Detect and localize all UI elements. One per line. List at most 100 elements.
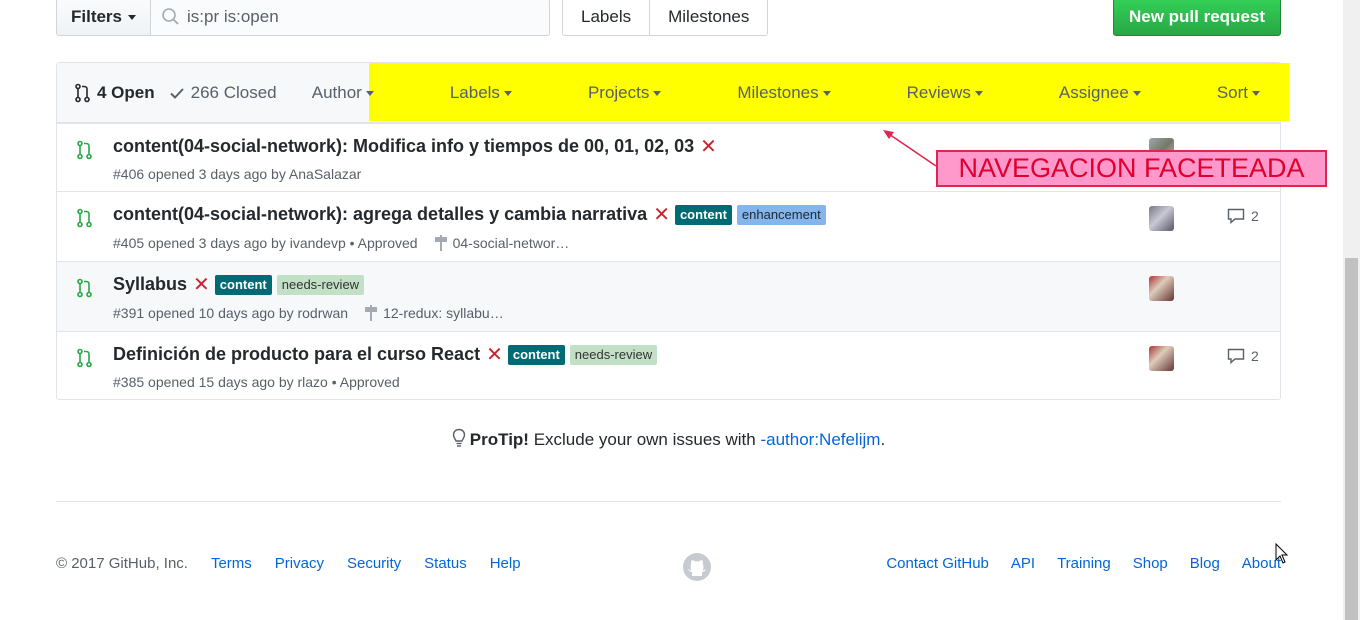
pull-request-icon (77, 208, 92, 228)
failed-status-icon[interactable]: ✕ (700, 137, 717, 157)
footer-link-terms[interactable]: Terms (211, 555, 252, 572)
pull-request-icon (77, 140, 92, 160)
footer-link-training[interactable]: Training (1057, 555, 1111, 572)
avatar[interactable] (1149, 346, 1174, 371)
footer-link-security[interactable]: Security (347, 555, 401, 572)
comments-link[interactable]: 2 (1227, 208, 1259, 224)
label-needs-review[interactable]: needs-review (276, 274, 365, 295)
facet-projects[interactable]: Projects (550, 83, 662, 103)
label-content[interactable]: content (214, 274, 272, 295)
comment-icon (1227, 208, 1245, 224)
pull-request-icon (77, 278, 92, 298)
protip-suffix: . (880, 430, 886, 449)
filters-label: Filters (70, 7, 123, 26)
label-content[interactable]: content (507, 344, 565, 365)
label-enhancement[interactable]: enhancement (736, 204, 826, 225)
facet-reviews[interactable]: Reviews (869, 83, 983, 103)
milestone-link[interactable]: 12-redux: syllabu… (364, 304, 504, 322)
annotation-arrow (883, 130, 937, 167)
vertical-scrollbar[interactable] (1343, 0, 1360, 620)
protip-prefix: ProTip! (469, 430, 529, 449)
footer-link-blog[interactable]: Blog (1190, 555, 1220, 572)
pr-title-link[interactable]: content(04-social-network): Modifica inf… (113, 136, 694, 157)
failed-status-icon[interactable]: ✕ (653, 205, 670, 225)
pull-request-icon (77, 348, 92, 368)
open-filter[interactable]: 4 Open (75, 83, 155, 103)
caret-down-icon (822, 91, 831, 97)
facet-label: Labels (449, 83, 500, 102)
github-logo-icon[interactable] (682, 552, 712, 582)
list-item: Syllabus ✕ content needs-review #391 ope… (57, 261, 1280, 331)
pr-title-link[interactable]: content(04-social-network): agrega detal… (113, 204, 647, 225)
search-box[interactable] (150, 0, 550, 36)
comment-icon (1227, 348, 1245, 364)
caret-down-icon (653, 91, 662, 97)
failed-status-icon[interactable]: ✕ (193, 275, 210, 295)
milestone-icon (365, 305, 378, 321)
facet-sort[interactable]: Sort (1179, 83, 1260, 103)
facet-label: Assignee (1058, 83, 1129, 102)
facet-label: Sort (1216, 83, 1248, 102)
filters-button[interactable]: Filters (56, 0, 151, 36)
protip: ProTip! Exclude your own issues with -au… (0, 428, 1337, 450)
caret-down-icon (1132, 91, 1141, 97)
comment-count: 2 (1251, 348, 1259, 364)
facet-label: Reviews (906, 83, 971, 102)
facet-assignee[interactable]: Assignee (1021, 83, 1141, 103)
facet-labels[interactable]: Labels (412, 83, 512, 103)
protip-link[interactable]: -author:Nefelijm (760, 430, 880, 449)
footer-divider (56, 501, 1281, 502)
facet-nav: Author Labels Projects Milestones Review… (236, 83, 1260, 103)
comment-count: 2 (1251, 208, 1259, 224)
milestone-label: 04-social-networ… (452, 235, 570, 251)
failed-status-icon[interactable]: ✕ (486, 345, 503, 365)
labels-milestones-group: Labels Milestones (562, 0, 769, 36)
caret-down-icon (503, 91, 512, 97)
copyright: © 2017 GitHub, Inc. (56, 555, 188, 572)
pr-meta: #405 opened 3 days ago by ivandevp • App… (113, 235, 418, 251)
milestone-label: 12-redux: syllabu… (383, 305, 504, 321)
comments-link[interactable]: 2 (1227, 348, 1259, 364)
avatar[interactable] (1149, 276, 1174, 301)
list-item: Definición de producto para el curso Rea… (57, 331, 1280, 401)
footer-link-help[interactable]: Help (490, 555, 521, 572)
pr-meta: #391 opened 10 days ago by rodrwan (113, 305, 349, 321)
check-icon (169, 88, 184, 99)
caret-down-icon (365, 91, 374, 97)
pull-request-icon (75, 83, 90, 103)
search-icon (162, 8, 179, 25)
annotation-label: NAVEGACION FACETEADA (936, 150, 1327, 187)
open-count: 4 Open (97, 83, 155, 102)
milestone-icon (434, 235, 447, 251)
milestone-link[interactable]: 04-social-networ… (434, 234, 570, 252)
lightbulb-icon (452, 428, 465, 447)
milestones-button[interactable]: Milestones (649, 0, 767, 35)
pr-title-link[interactable]: Syllabus (113, 274, 187, 295)
labels-button[interactable]: Labels (563, 0, 649, 35)
footer-left: © 2017 GitHub, Inc. Terms Privacy Securi… (56, 555, 521, 572)
caret-down-icon (128, 14, 137, 20)
facet-label: Milestones (737, 83, 819, 102)
facet-author[interactable]: Author (274, 83, 374, 103)
label-content[interactable]: content (674, 204, 732, 225)
pr-title-link[interactable]: Definición de producto para el curso Rea… (113, 344, 480, 365)
facet-milestones[interactable]: Milestones (699, 83, 831, 103)
footer-right: Contact GitHub API Training Shop Blog Ab… (864, 555, 1281, 572)
mouse-cursor-icon (1275, 543, 1289, 564)
footer-link-status[interactable]: Status (424, 555, 467, 572)
facet-label: Author (311, 83, 362, 102)
pr-meta: #385 opened 15 days ago by rlazo • Appro… (113, 374, 400, 390)
pull-request-list: 4 Open 266 Closed Author Labels Projects… (56, 62, 1289, 401)
protip-text: Exclude your own issues with (528, 430, 761, 449)
new-pull-request-button[interactable]: New pull request (1113, 0, 1281, 36)
scrollbar-thumb[interactable] (1345, 258, 1358, 620)
footer-link-api[interactable]: API (1011, 555, 1035, 572)
footer-link-privacy[interactable]: Privacy (275, 555, 324, 572)
label-needs-review[interactable]: needs-review (569, 344, 658, 365)
footer-link-contact[interactable]: Contact GitHub (886, 555, 989, 572)
search-input[interactable] (187, 7, 527, 27)
footer-link-shop[interactable]: Shop (1133, 555, 1168, 572)
list-header: 4 Open 266 Closed Author Labels Projects… (57, 63, 1289, 123)
avatar[interactable] (1149, 206, 1174, 231)
list-item: content(04-social-network): agrega detal… (57, 191, 1280, 261)
